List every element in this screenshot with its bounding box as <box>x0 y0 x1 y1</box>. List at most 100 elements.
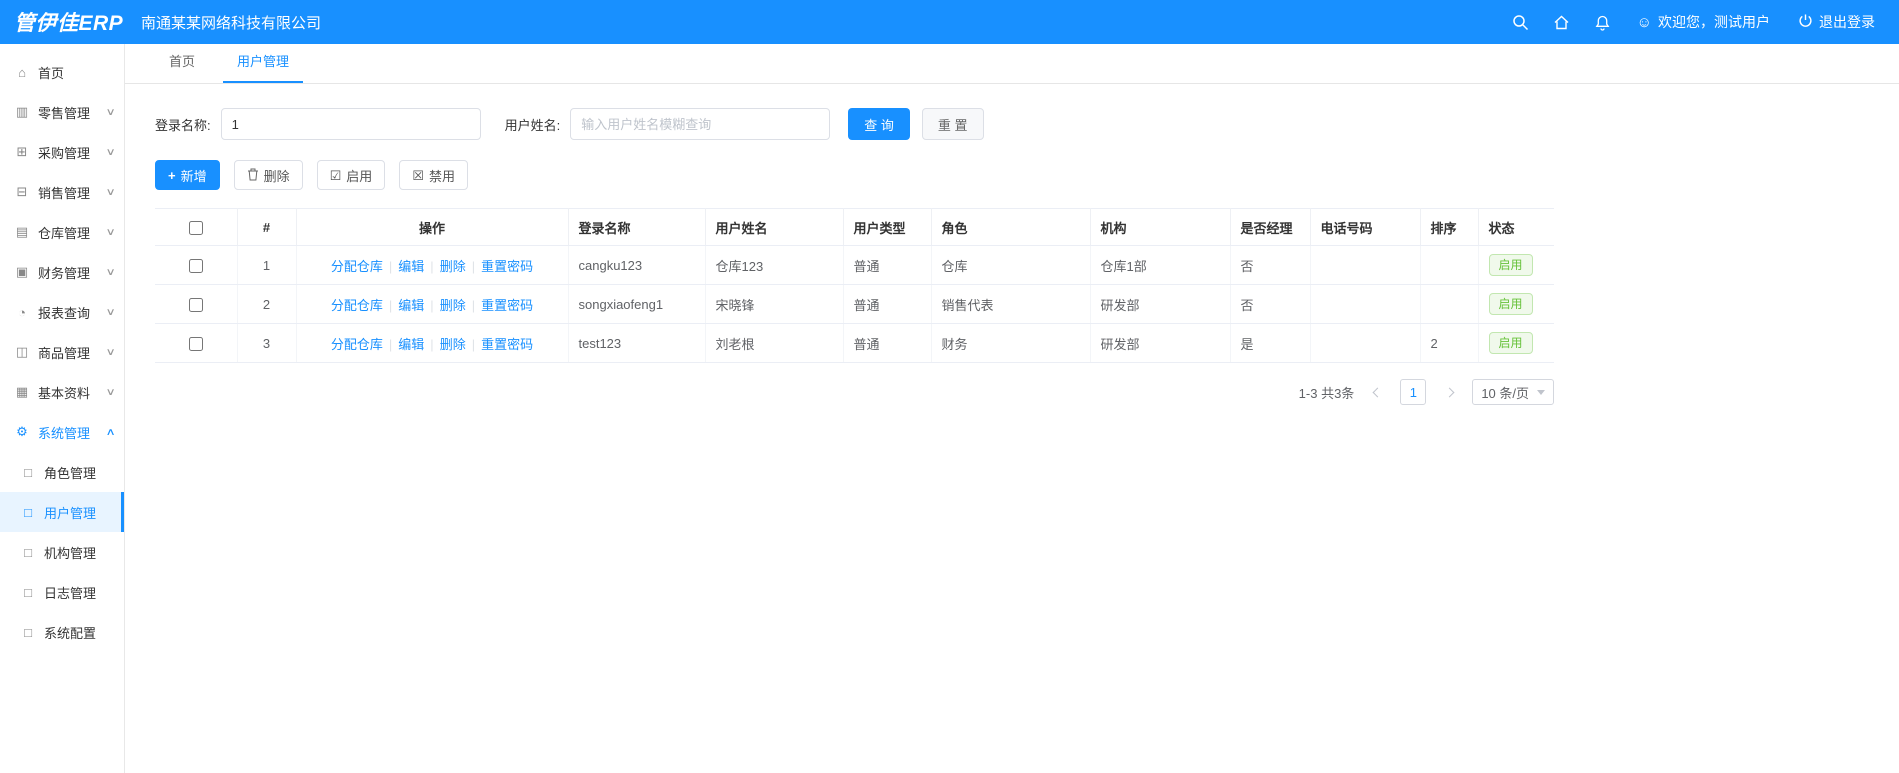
bell-icon[interactable] <box>1594 14 1611 31</box>
logout-button[interactable]: 退出登录 <box>1798 12 1875 32</box>
enable-button[interactable]: ☑ 启用 <box>316 160 386 190</box>
col-type: 用户类型 <box>843 208 932 246</box>
chevron-right-icon <box>1444 387 1455 397</box>
chevron-down-icon: ∨ <box>105 306 116 318</box>
search-button[interactable]: 查 询 <box>848 108 910 140</box>
cell-type: 普通 <box>843 245 932 285</box>
user-name-input[interactable] <box>570 108 831 140</box>
x-square-icon: ☒ <box>412 167 424 183</box>
basedata-icon: ▦ <box>15 384 29 399</box>
cell-index: 3 <box>237 323 297 363</box>
sidebar-item-label: 仓库管理 <box>38 225 91 241</box>
sidebar-item-goods[interactable]: ◫ 商品管理 ∨ <box>0 332 124 372</box>
cell-type: 普通 <box>843 284 932 324</box>
user-table: # 操作 登录名称 用户姓名 用户类型 角色 机构 是否经理 电话号码 排序 状… <box>155 208 1554 363</box>
assign-warehouse-link[interactable]: 分配仓库 <box>331 259 383 274</box>
sidebar-item-report[interactable]: ◔ 报表查询 ∨ <box>0 292 124 332</box>
add-button[interactable]: + 新增 <box>155 160 220 190</box>
delete-link[interactable]: 删除 <box>440 259 466 274</box>
action-separator: | <box>471 297 476 313</box>
next-page-button[interactable] <box>1436 379 1462 405</box>
sidebar-item-label: 用户管理 <box>44 505 97 521</box>
sidebar-item-org-mgmt[interactable]: □ 机构管理 <box>0 532 124 572</box>
doc-icon: □ <box>24 544 32 560</box>
assign-warehouse-link[interactable]: 分配仓库 <box>331 298 383 313</box>
row-checkbox[interactable] <box>188 297 203 312</box>
sidebar-item-sales[interactable]: ⊟ 销售管理 ∨ <box>0 172 124 212</box>
login-name-input[interactable] <box>220 108 481 140</box>
delete-button-label: 删除 <box>263 168 290 184</box>
chevron-up-icon: ∧ <box>105 426 116 438</box>
col-sort: 排序 <box>1420 208 1479 246</box>
sidebar-item-basedata[interactable]: ▦ 基本资料 ∨ <box>0 372 124 412</box>
sidebar-item-log-mgmt[interactable]: □ 日志管理 <box>0 572 124 612</box>
table-row: 3 分配仓库 | 编辑 | 删除 | 重置密码 test123 刘老根 普通 财务 研发部 … <box>155 323 1554 363</box>
cell-org: 研发部 <box>1090 323 1231 363</box>
power-icon <box>1798 13 1813 31</box>
edit-link[interactable]: 编辑 <box>398 337 424 352</box>
filter-row: 登录名称: 用户姓名: 查 询 重 置 <box>155 108 1869 140</box>
cell-sort <box>1420 245 1479 285</box>
cell-phone <box>1310 284 1421 324</box>
delete-link[interactable]: 删除 <box>440 298 466 313</box>
select-all-checkbox[interactable] <box>188 220 203 235</box>
cell-manager: 否 <box>1230 245 1311 285</box>
cell-type: 普通 <box>843 323 932 363</box>
sidebar-item-retail[interactable]: ▥ 零售管理 ∨ <box>0 92 124 132</box>
table-row: 1 分配仓库 | 编辑 | 删除 | 重置密码 cangku123 仓库123 普通 仓库 … <box>155 245 1554 285</box>
sidebar-item-purchase[interactable]: ⊞ 采购管理 ∨ <box>0 132 124 172</box>
prev-page-button[interactable] <box>1364 379 1390 405</box>
page-number-button[interactable]: 1 <box>1400 379 1427 405</box>
sidebar-item-user-mgmt[interactable]: □ 用户管理 <box>0 492 124 532</box>
action-separator: | <box>471 336 476 352</box>
top-bar: 管伊佳ERP 南通某某网络科技有限公司 ☺ 欢迎您，测试用户 退出登录 <box>0 0 1899 44</box>
sidebar-item-role-mgmt[interactable]: □ 角色管理 <box>0 452 124 492</box>
col-status: 状态 <box>1478 208 1554 246</box>
finance-icon: ▣ <box>15 264 29 279</box>
tab-home[interactable]: 首页 <box>155 51 209 83</box>
page-size-select[interactable]: 10 条/页 <box>1472 379 1554 405</box>
plus-icon: + <box>168 167 176 183</box>
sidebar-item-system[interactable]: ⚙ 系统管理 ∧ <box>0 412 124 452</box>
cell-role: 财务 <box>931 323 1091 363</box>
action-separator: | <box>388 336 393 352</box>
assign-warehouse-link[interactable]: 分配仓库 <box>331 337 383 352</box>
login-name-label: 登录名称: <box>155 117 211 133</box>
reset-button[interactable]: 重 置 <box>921 108 984 140</box>
cell-sort: 2 <box>1420 323 1479 363</box>
col-org: 机构 <box>1090 208 1231 246</box>
cell-role: 销售代表 <box>931 284 1091 324</box>
sidebar: ⌂ 首页 ▥ 零售管理 ∨ ⊞ 采购管理 ∨ ⊟ 销售管理 ∨ ▤ 仓库管理 ∨… <box>0 44 125 773</box>
delete-link[interactable]: 删除 <box>440 337 466 352</box>
status-badge: 启用 <box>1488 254 1533 276</box>
edit-link[interactable]: 编辑 <box>398 298 424 313</box>
table-row: 2 分配仓库 | 编辑 | 删除 | 重置密码 songxiaofeng1 宋晓锋 普通 销… <box>155 284 1554 324</box>
search-icon[interactable] <box>1512 14 1529 31</box>
reset-password-link[interactable]: 重置密码 <box>481 337 533 352</box>
cell-actions: 分配仓库 | 编辑 | 删除 | 重置密码 <box>296 245 569 285</box>
row-checkbox[interactable] <box>188 258 203 273</box>
disable-button[interactable]: ☒ 禁用 <box>399 160 468 190</box>
enable-button-label: 启用 <box>346 168 373 184</box>
action-separator: | <box>471 258 476 274</box>
cell-manager: 是 <box>1230 323 1311 363</box>
home-shortcut-icon[interactable] <box>1553 14 1570 31</box>
status-badge: 启用 <box>1488 332 1533 354</box>
cell-sort <box>1420 284 1479 324</box>
col-role: 角色 <box>931 208 1091 246</box>
tab-user-mgmt[interactable]: 用户管理 <box>223 51 304 83</box>
row-checkbox[interactable] <box>188 336 203 351</box>
sidebar-item-sys-config[interactable]: □ 系统配置 <box>0 612 124 652</box>
sidebar-item-label: 首页 <box>38 65 65 81</box>
sidebar-item-home[interactable]: ⌂ 首页 <box>0 52 124 92</box>
reset-password-link[interactable]: 重置密码 <box>481 259 533 274</box>
sidebar-item-finance[interactable]: ▣ 财务管理 ∨ <box>0 252 124 292</box>
welcome-user[interactable]: ☺ 欢迎您，测试用户 <box>1637 12 1770 32</box>
sidebar-item-warehouse[interactable]: ▤ 仓库管理 ∨ <box>0 212 124 252</box>
reset-password-link[interactable]: 重置密码 <box>481 298 533 313</box>
delete-button[interactable]: 删除 <box>233 160 303 190</box>
edit-link[interactable]: 编辑 <box>398 259 424 274</box>
goods-icon: ◫ <box>15 344 29 359</box>
trash-icon <box>247 168 259 183</box>
doc-icon: □ <box>24 624 32 640</box>
